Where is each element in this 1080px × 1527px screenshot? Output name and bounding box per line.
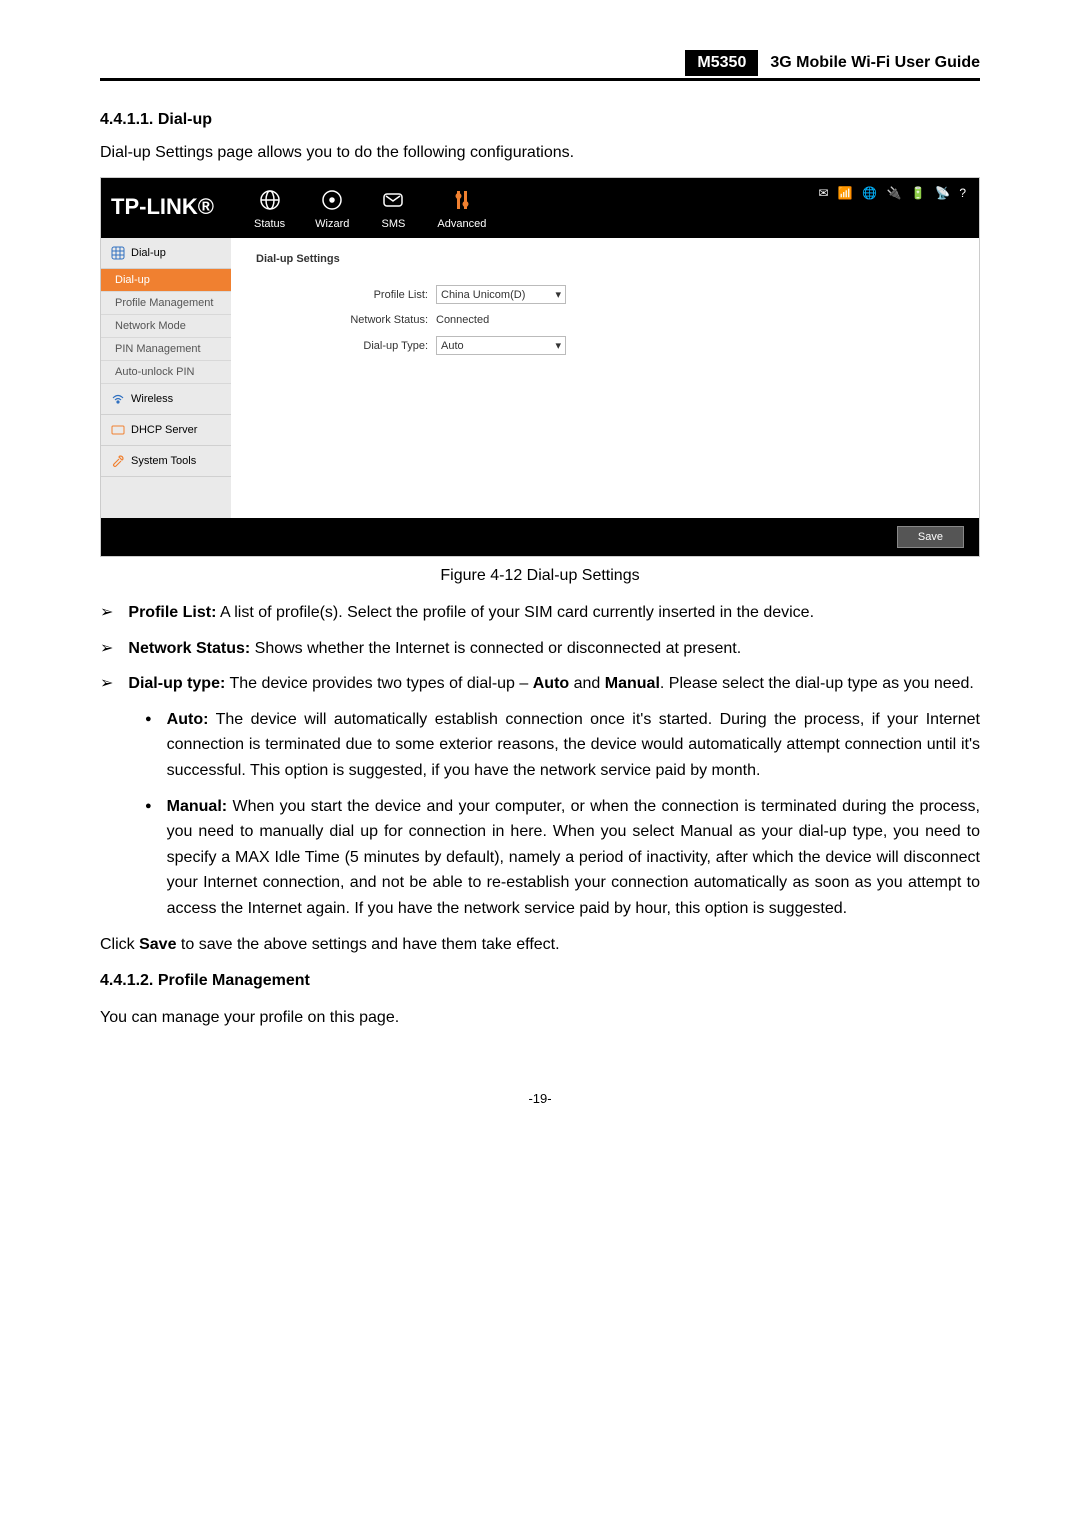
ss-sidebar: Dial-up Dial-up Profile Management Netwo…	[101, 238, 231, 518]
row-network-status: Network Status: Connected	[256, 314, 954, 326]
bullet-label-dialtype: Dial-up type:	[128, 675, 225, 692]
tp-link-logo: TP-LINK®	[111, 194, 214, 220]
chevron-down-icon: ▾	[555, 339, 561, 352]
save-button[interactable]: Save	[897, 526, 964, 548]
manual-word: Manual	[605, 675, 660, 692]
envelope-icon	[379, 186, 407, 214]
sidebar-group-wireless-label: Wireless	[131, 393, 173, 405]
auto-word: Auto	[533, 675, 569, 692]
sidebar-group-dialup-label: Dial-up	[131, 247, 166, 259]
nav-sms-label: SMS	[379, 218, 407, 230]
sub-bullet-manual: Manual: When you start the device and yo…	[145, 794, 980, 922]
bullet-label-netstatus: Network Status:	[128, 640, 250, 657]
sidebar-item-profile-mgmt[interactable]: Profile Management	[101, 292, 231, 315]
ss-footer: Save	[101, 518, 979, 556]
value-network-status: Connected	[436, 314, 489, 326]
sidebar-group-dialup[interactable]: Dial-up	[101, 238, 231, 269]
sidebar-item-dialup[interactable]: Dial-up	[101, 269, 231, 292]
bullet-list: Profile List: A list of profile(s). Sele…	[100, 600, 980, 697]
sub-label-manual: Manual:	[167, 798, 227, 815]
nav-sms[interactable]: SMS	[379, 186, 407, 230]
bullet-text-netstatus: Shows whether the Internet is connected …	[250, 640, 741, 657]
sidebar-group-systools-label: System Tools	[131, 455, 196, 467]
grid-icon	[111, 246, 125, 260]
model-badge: M5350	[685, 50, 758, 76]
sidebar-group-system-tools[interactable]: System Tools	[101, 446, 231, 477]
select-profile-value: China Unicom(D)	[441, 289, 525, 301]
sliders-icon	[448, 186, 476, 214]
sidebar-item-pin-mgmt[interactable]: PIN Management	[101, 338, 231, 361]
ss-main-panel: Dial-up Settings Profile List: China Uni…	[231, 238, 979, 518]
save-para-c: to save the above settings and have them…	[176, 936, 559, 953]
panel-title: Dial-up Settings	[256, 253, 954, 265]
ss-body: Dial-up Dial-up Profile Management Netwo…	[101, 238, 979, 518]
label-profile-list: Profile List:	[256, 289, 436, 301]
sub-bullet-auto: Auto: The device will automatically esta…	[145, 707, 980, 784]
status-bar-icons: ✉ 📶 🌐 🔌 🔋 📡 ?	[819, 186, 969, 200]
ss-header: TP-LINK® Status Wizard SMS Advanced ✉ 📶 …	[101, 178, 979, 238]
nav-status[interactable]: Status	[254, 186, 285, 230]
label-network-status: Network Status:	[256, 314, 436, 326]
section-heading-profile: 4.4.1.2. Profile Management	[100, 972, 980, 990]
router-admin-screenshot: TP-LINK® Status Wizard SMS Advanced ✉ 📶 …	[100, 177, 980, 557]
nav-wizard[interactable]: Wizard	[315, 186, 349, 230]
bullet-text-dialtype-b: and	[569, 675, 605, 692]
figure-caption: Figure 4-12 Dial-up Settings	[100, 567, 980, 585]
row-profile-list: Profile List: China Unicom(D) ▾	[256, 285, 954, 304]
bullet-text-dialtype-c: . Please select the dial-up type as you …	[660, 675, 974, 692]
page-number: -19-	[100, 1091, 980, 1106]
row-dialup-type: Dial-up Type: Auto ▾	[256, 336, 954, 355]
select-profile-list[interactable]: China Unicom(D) ▾	[436, 285, 566, 304]
bullet-text-profile: A list of profile(s). Select the profile…	[216, 604, 814, 621]
bullet-dialup-type: Dial-up type: The device provides two ty…	[100, 671, 980, 697]
ss-top-nav: Status Wizard SMS Advanced	[254, 186, 486, 230]
nav-advanced-label: Advanced	[437, 218, 486, 230]
wifi-icon	[111, 392, 125, 406]
guide-title: 3G Mobile Wi-Fi User Guide	[770, 54, 980, 72]
bullet-label-profile: Profile List:	[128, 604, 216, 621]
chevron-down-icon: ▾	[555, 288, 561, 301]
label-dialup-type: Dial-up Type:	[256, 340, 436, 352]
sub-text-manual: When you start the device and your compu…	[167, 798, 980, 917]
sub-bullet-list: Auto: The device will automatically esta…	[145, 707, 980, 922]
target-icon	[318, 186, 346, 214]
save-para-a: Click	[100, 936, 139, 953]
save-para-b: Save	[139, 936, 176, 953]
save-paragraph: Click Save to save the above settings an…	[100, 932, 980, 958]
nav-wizard-label: Wizard	[315, 218, 349, 230]
sidebar-item-auto-unlock[interactable]: Auto-unlock PIN	[101, 361, 231, 384]
bullet-text-dialtype-a: The device provides two types of dial-up…	[225, 675, 532, 692]
section-heading-dialup: 4.4.1.1. Dial-up	[100, 111, 980, 129]
select-dialup-type[interactable]: Auto ▾	[436, 336, 566, 355]
select-dialup-value: Auto	[441, 340, 464, 352]
bullet-profile-list: Profile List: A list of profile(s). Sele…	[100, 600, 980, 626]
nav-status-label: Status	[254, 218, 285, 230]
sub-text-auto: The device will automatically establish …	[167, 711, 980, 779]
sidebar-item-network-mode[interactable]: Network Mode	[101, 315, 231, 338]
sidebar-group-dhcp[interactable]: DHCP Server	[101, 415, 231, 446]
sidebar-group-dhcp-label: DHCP Server	[131, 424, 197, 436]
wrench-icon	[111, 454, 125, 468]
sub-label-auto: Auto:	[167, 711, 209, 728]
nav-advanced[interactable]: Advanced	[437, 186, 486, 230]
sidebar-group-wireless[interactable]: Wireless	[101, 384, 231, 415]
globe-icon	[256, 186, 284, 214]
page-header: M5350 3G Mobile Wi-Fi User Guide	[100, 50, 980, 81]
intro-text-profile: You can manage your profile on this page…	[100, 1005, 980, 1031]
intro-text-dialup: Dial-up Settings page allows you to do t…	[100, 144, 980, 162]
bullet-network-status: Network Status: Shows whether the Intern…	[100, 636, 980, 662]
dhcp-icon	[111, 423, 125, 437]
